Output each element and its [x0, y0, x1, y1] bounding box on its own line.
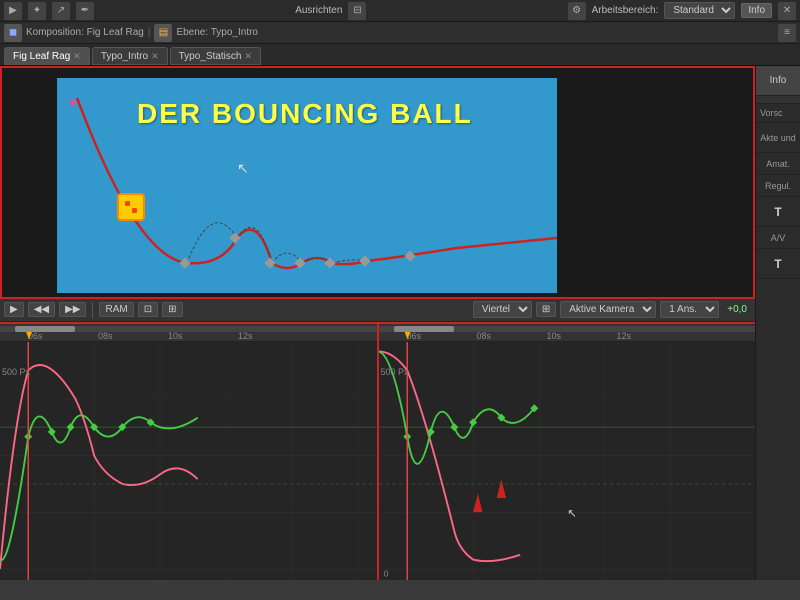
viewer-toolbar: ▶ ◀◀ ▶▶ RAM ⊡ ⊞ Viertel ⊞ Aktive Kamera …	[0, 299, 755, 322]
step-fwd-button[interactable]: ▶▶	[59, 302, 86, 317]
ram-button[interactable]: RAM	[99, 302, 133, 317]
regul-label: Regul.	[765, 181, 791, 191]
view-dropdown[interactable]: 1 Ans.	[660, 301, 719, 318]
safe-button[interactable]: ⊞	[162, 302, 182, 317]
graph-l-10s: 10s	[168, 331, 183, 341]
panel-menu-icon[interactable]: ≡	[778, 24, 796, 42]
tool-icon-1[interactable]: ✦	[28, 2, 46, 20]
graph-l-12s: 12s	[238, 331, 253, 341]
comp-viewer: ✦ DER BOUNCING BALL ↖	[0, 66, 755, 299]
tool-icon-3[interactable]: ✒	[76, 2, 94, 20]
grid-button[interactable]: ⊞	[536, 302, 556, 317]
info-button[interactable]: Info	[741, 3, 772, 18]
graph-right: 06s 08s 10s 12s	[379, 324, 756, 580]
akte-label: Akte und	[760, 133, 796, 143]
regul-section: Regul.	[756, 175, 800, 197]
graph-r-10s: 10s	[547, 331, 562, 341]
tab-close-icon-2[interactable]: ✕	[151, 51, 159, 62]
region-button[interactable]: ⊡	[138, 302, 158, 317]
ball-icon	[117, 193, 145, 221]
av-section: A/V	[756, 227, 800, 249]
graphs-area: 06s 08s 10s 12s	[0, 324, 755, 580]
tab-fig-leaf-rag-label: Fig Leaf Rag	[13, 51, 70, 62]
amat-label: Amat.	[766, 159, 790, 169]
graph-right-y-label: 500 Px	[381, 367, 409, 377]
info-tab[interactable]: Info	[756, 66, 800, 96]
tab-close-icon-3[interactable]: ✕	[244, 51, 252, 62]
align-icon[interactable]: ⊟	[348, 2, 366, 20]
amat-section: Amat.	[756, 153, 800, 175]
graph-left-ruler: 06s 08s 10s 12s	[0, 324, 377, 342]
step-back-button[interactable]: ◀◀	[28, 302, 55, 317]
graph-left: 06s 08s 10s 12s	[0, 324, 379, 580]
play-button[interactable]: ▶	[4, 302, 24, 317]
t2-label: T	[774, 257, 781, 271]
tool-icon-2[interactable]: ↗	[52, 2, 70, 20]
av-label: A/V	[771, 233, 786, 243]
graph-r-08s: 08s	[477, 331, 492, 341]
graph-left-svg	[0, 342, 377, 580]
svg-text:✦: ✦	[67, 95, 79, 111]
layer-label: Ebene: Typo_Intro	[176, 27, 258, 38]
main-content: ✦ DER BOUNCING BALL ↖ ▶	[0, 66, 800, 580]
tab-typo-intro-label: Typo_Intro	[101, 51, 148, 62]
layer-icon[interactable]: ▤	[154, 24, 172, 42]
tab-typo-intro[interactable]: Typo_Intro ✕	[92, 47, 168, 65]
top-toolbar: ▶ ✦ ↗ ✒ Ausrichten ⊟ ⚙ Arbeitsbereich: S…	[0, 0, 800, 22]
tab-close-icon[interactable]: ✕	[73, 51, 81, 62]
t-section: T	[756, 197, 800, 227]
arbeitsbereich-label: Arbeitsbereich:	[592, 5, 659, 16]
close-icon[interactable]: ✕	[778, 2, 796, 20]
akte-section: Akte und	[756, 123, 800, 153]
graph-right-ruler: 06s 08s 10s 12s	[379, 324, 756, 342]
canvas-area: ✦ DER BOUNCING BALL ↖	[57, 78, 557, 293]
vorsc-section: Vorsc	[756, 104, 800, 123]
graph-l-08s: 08s	[98, 331, 113, 341]
tab-typo-statisch[interactable]: Typo_Statisch ✕	[170, 47, 261, 65]
graph-right-svg: ↖ 0	[379, 342, 756, 580]
comp-icon[interactable]: ◼	[4, 24, 22, 42]
vorsc-label: Vorsc	[760, 108, 783, 118]
quality-dropdown[interactable]: Viertel	[473, 301, 532, 318]
comp-label: Komposition: Fig Leaf Rag	[26, 27, 144, 38]
comp-bar: ◼ Komposition: Fig Leaf Rag | ▤ Ebene: T…	[0, 22, 800, 44]
arbeitsbereich-dropdown[interactable]: Standard	[664, 2, 735, 19]
offset-value: +0,0	[723, 303, 751, 316]
ausrichten-label: Ausrichten	[295, 5, 342, 16]
graph-r-12s: 12s	[617, 331, 632, 341]
settings-icon[interactable]: ⚙	[568, 2, 586, 20]
svg-text:0: 0	[383, 568, 388, 578]
canvas-title: DER BOUNCING BALL	[137, 98, 473, 130]
graph-left-y-label: 500 Px	[2, 367, 30, 377]
graph-left-content: 500 Px	[0, 342, 377, 580]
tab-typo-statisch-label: Typo_Statisch	[179, 51, 242, 62]
right-panel: Info Vorsc Akte und Amat. Regul. T A/V T	[755, 66, 800, 580]
panel-divider	[756, 96, 800, 104]
left-main: ✦ DER BOUNCING BALL ↖ ▶	[0, 66, 755, 580]
graph-right-content: ↖ 0 500 Px	[379, 342, 756, 580]
svg-text:↖: ↖	[567, 508, 576, 520]
app-icon[interactable]: ▶	[4, 2, 22, 20]
t2-section: T	[756, 249, 800, 279]
tab-fig-leaf-rag[interactable]: Fig Leaf Rag ✕	[4, 47, 90, 65]
camera-dropdown[interactable]: Aktive Kamera	[560, 301, 656, 318]
t-label: T	[774, 205, 781, 219]
tabs-row: Fig Leaf Rag ✕ Typo_Intro ✕ Typo_Statisc…	[0, 44, 800, 66]
